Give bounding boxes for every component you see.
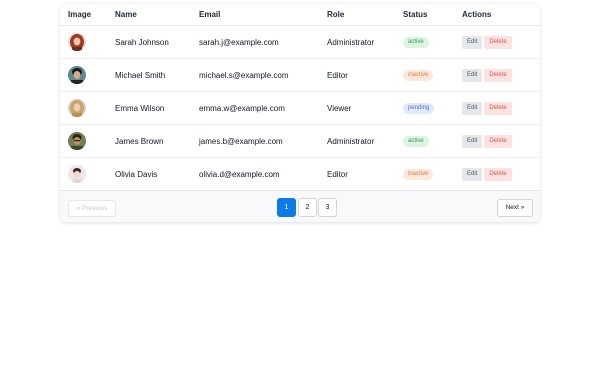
delete-button[interactable]: Delete bbox=[484, 68, 512, 82]
column-header-role: Role bbox=[319, 4, 395, 26]
email-cell: emma.w@example.com bbox=[191, 91, 319, 125]
email-cell: olivia.d@example.com bbox=[191, 157, 319, 191]
actions-cell: Edit Delete bbox=[454, 25, 540, 59]
pagination-bar: « Previous 1 2 3 Next » bbox=[60, 190, 540, 222]
edit-button[interactable]: Edit bbox=[462, 134, 483, 148]
woman-blonde-avatar bbox=[68, 99, 86, 117]
table-row: Emma Wilson emma.w@example.com Viewer pe… bbox=[60, 91, 540, 125]
name-cell: James Brown bbox=[107, 124, 191, 158]
role-cell: Administrator bbox=[319, 124, 395, 158]
status-badge: inactive bbox=[403, 169, 434, 180]
table-row: Michael Smith michael.s@example.com Edit… bbox=[60, 58, 540, 92]
edit-button[interactable]: Edit bbox=[462, 167, 483, 181]
users-table: Image Name Email Role Status Actions Sar… bbox=[60, 4, 540, 191]
status-badge: active bbox=[403, 37, 429, 48]
actions-cell: Edit Delete bbox=[454, 157, 540, 191]
cartoon-avatar bbox=[68, 165, 86, 183]
role-cell: Viewer bbox=[319, 91, 395, 125]
table-row: Olivia Davis olivia.d@example.com Editor… bbox=[60, 157, 540, 191]
table-header-row: Image Name Email Role Status Actions bbox=[60, 4, 540, 26]
page-2-button[interactable]: 2 bbox=[298, 198, 317, 217]
role-cell: Editor bbox=[319, 157, 395, 191]
table-row: James Brown james.b@example.com Administ… bbox=[60, 124, 540, 158]
man-glasses-avatar bbox=[68, 132, 86, 150]
actions-cell: Edit Delete bbox=[454, 58, 540, 92]
avatar-cell bbox=[60, 124, 107, 158]
email-cell: michael.s@example.com bbox=[191, 58, 319, 92]
column-header-actions: Actions bbox=[454, 4, 540, 26]
column-header-name: Name bbox=[107, 4, 191, 26]
name-cell: Sarah Johnson bbox=[107, 25, 191, 59]
name-cell: Michael Smith bbox=[107, 58, 191, 92]
delete-button[interactable]: Delete bbox=[484, 167, 512, 181]
previous-page-button[interactable]: « Previous bbox=[68, 200, 116, 217]
actions-cell: Edit Delete bbox=[454, 124, 540, 158]
page-1-button[interactable]: 1 bbox=[277, 198, 296, 217]
role-cell: Editor bbox=[319, 58, 395, 92]
status-cell: pending bbox=[395, 91, 454, 125]
status-cell: active bbox=[395, 25, 454, 59]
next-page-button[interactable]: Next » bbox=[497, 199, 533, 217]
avatar-cell bbox=[60, 58, 107, 92]
avatar-cell bbox=[60, 157, 107, 191]
woman-red-hair-avatar bbox=[68, 33, 86, 51]
column-header-email: Email bbox=[191, 4, 319, 26]
table-row: Sarah Johnson sarah.j@example.com Admini… bbox=[60, 25, 540, 59]
status-cell: inactive bbox=[395, 157, 454, 191]
status-badge: pending bbox=[403, 103, 435, 114]
delete-button[interactable]: Delete bbox=[484, 35, 512, 49]
role-cell: Administrator bbox=[319, 25, 395, 59]
avatar-cell bbox=[60, 91, 107, 125]
status-badge: active bbox=[403, 136, 429, 147]
name-cell: Olivia Davis bbox=[107, 157, 191, 191]
edit-button[interactable]: Edit bbox=[462, 68, 483, 82]
name-cell: Emma Wilson bbox=[107, 91, 191, 125]
status-badge: inactive bbox=[403, 70, 434, 81]
status-cell: active bbox=[395, 124, 454, 158]
avatar-cell bbox=[60, 25, 107, 59]
edit-button[interactable]: Edit bbox=[462, 35, 483, 49]
column-header-status: Status bbox=[395, 4, 454, 26]
column-header-image: Image bbox=[60, 4, 107, 26]
email-cell: james.b@example.com bbox=[191, 124, 319, 158]
actions-cell: Edit Delete bbox=[454, 91, 540, 125]
status-cell: inactive bbox=[395, 58, 454, 92]
email-cell: sarah.j@example.com bbox=[191, 25, 319, 59]
man-dark-hair-avatar bbox=[68, 66, 86, 84]
edit-button[interactable]: Edit bbox=[462, 101, 483, 115]
users-table-card: Image Name Email Role Status Actions Sar… bbox=[60, 4, 540, 222]
delete-button[interactable]: Delete bbox=[484, 101, 512, 115]
page-3-button[interactable]: 3 bbox=[318, 198, 337, 217]
delete-button[interactable]: Delete bbox=[484, 134, 512, 148]
